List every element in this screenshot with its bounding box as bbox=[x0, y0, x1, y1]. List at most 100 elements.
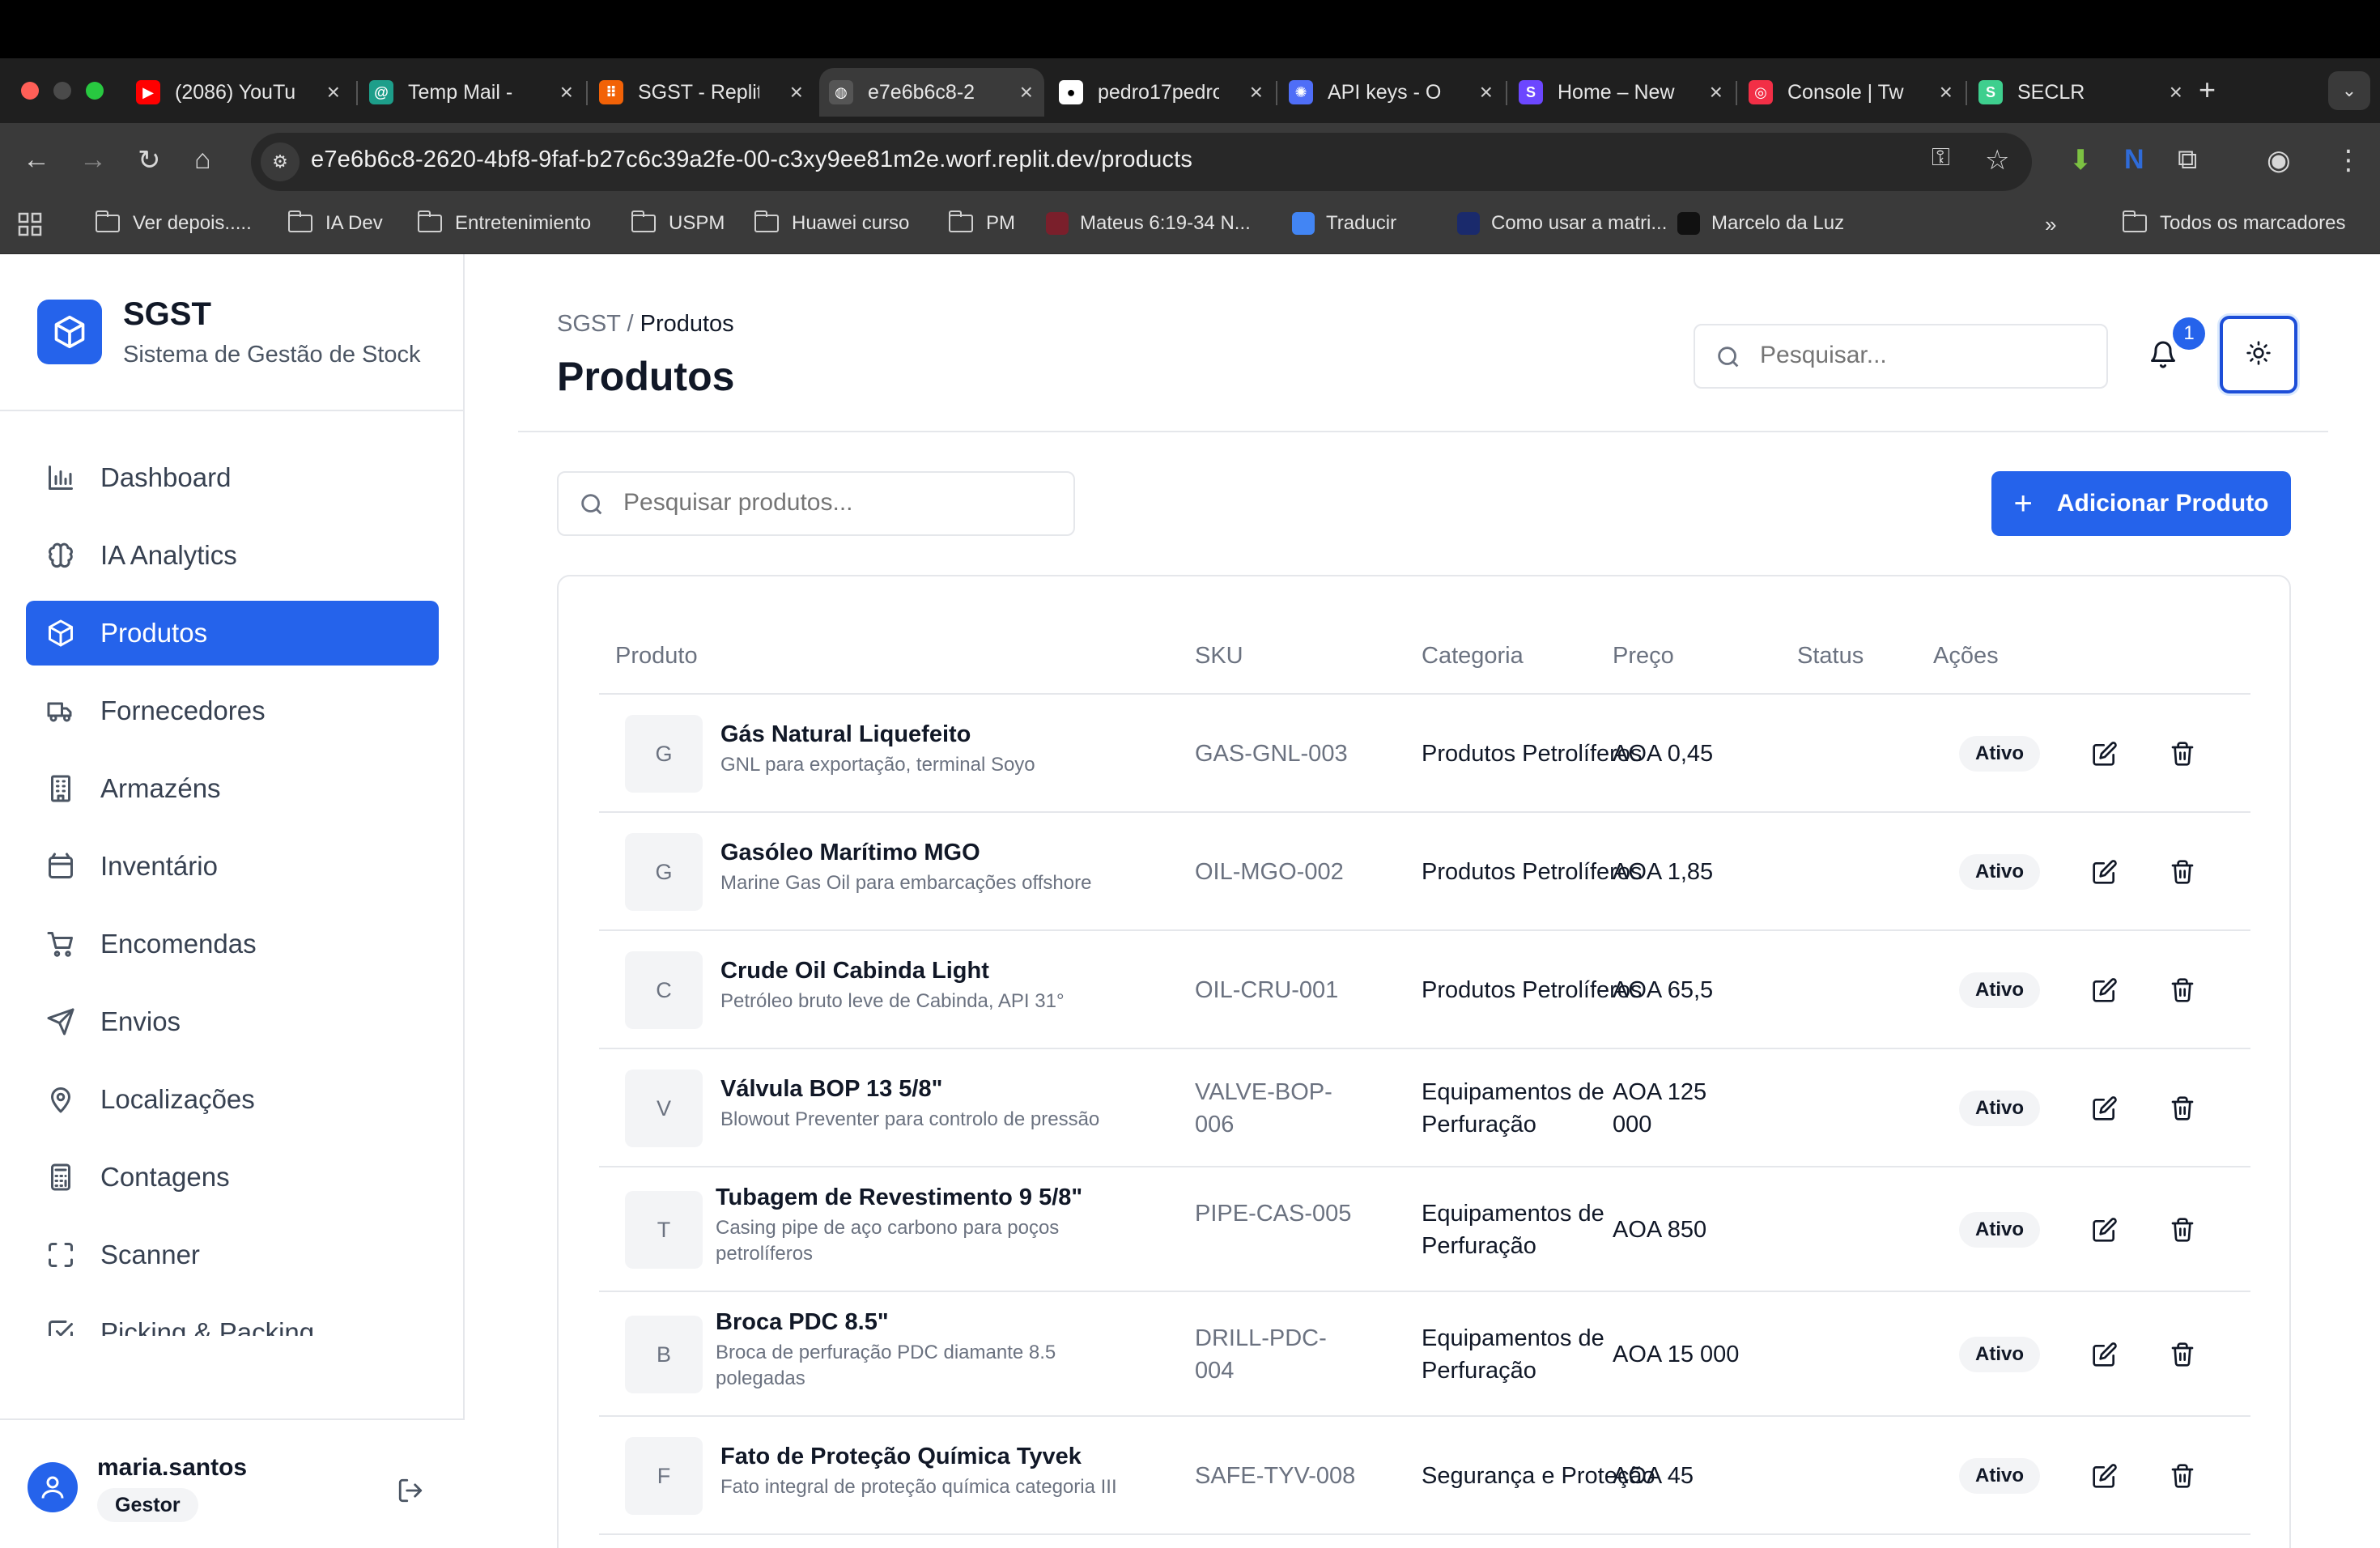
browser-tab[interactable]: ● pedro17pedro × bbox=[1049, 68, 1274, 117]
bookmark-item[interactable]: Entretenimiento bbox=[417, 211, 591, 235]
bookmark-item[interactable]: Traducir bbox=[1292, 212, 1396, 235]
table-row[interactable]: T Tubagem de Revestimento 9 5/8" Casing pi… bbox=[599, 1167, 2250, 1292]
trash-icon[interactable] bbox=[2170, 977, 2195, 1007]
apps-grid-icon[interactable] bbox=[18, 212, 42, 236]
global-search-input[interactable] bbox=[1760, 342, 2084, 369]
close-tab-icon[interactable]: × bbox=[1020, 79, 1033, 105]
bookmark-item[interactable]: IA Dev bbox=[287, 211, 383, 235]
zoom-window-button[interactable] bbox=[86, 82, 104, 100]
product-name[interactable]: Fato de Proteção Química Tyvek bbox=[720, 1444, 1082, 1470]
trash-icon[interactable] bbox=[2170, 1217, 2195, 1247]
home-icon[interactable]: ⌂ bbox=[194, 144, 211, 176]
forward-icon[interactable]: → bbox=[79, 144, 107, 176]
bookmark-item[interactable]: Huawei curso bbox=[754, 211, 909, 235]
password-key-icon[interactable]: ⚿ bbox=[1932, 144, 1950, 172]
edit-icon[interactable] bbox=[2092, 859, 2118, 889]
sidebar-item[interactable]: Contagens bbox=[26, 1145, 439, 1210]
youtube-icon: ▶ bbox=[136, 80, 160, 104]
product-name[interactable]: Crude Oil Cabinda Light bbox=[720, 958, 989, 985]
browser-tab[interactable]: ◎ Console | Tw × bbox=[1739, 68, 1964, 117]
browser-tab[interactable]: ◍ e7e6b6c8-2 × bbox=[819, 68, 1044, 117]
browser-tab[interactable]: ✺ API keys - O × bbox=[1279, 68, 1504, 117]
sidebar-item[interactable]: Localizações bbox=[26, 1067, 439, 1132]
browser-tab[interactable]: S SECLR × bbox=[1969, 68, 2194, 117]
bookmark-item[interactable]: Marcelo da Luz bbox=[1677, 212, 1844, 235]
column-header: Ações bbox=[1933, 643, 1999, 669]
all-bookmarks[interactable]: Todos os marcadores bbox=[2122, 211, 2345, 235]
product-name[interactable]: Gás Natural Liquefeito bbox=[720, 721, 971, 748]
extensions-puzzle-icon[interactable]: ⧉ bbox=[2178, 144, 2197, 176]
sidebar-item[interactable]: Fornecedores bbox=[26, 678, 439, 743]
bookmark-item[interactable]: USPM bbox=[631, 211, 725, 235]
bookmark-item[interactable]: Como usar a matri... bbox=[1457, 212, 1667, 235]
close-tab-icon[interactable]: × bbox=[1710, 79, 1723, 105]
edit-icon[interactable] bbox=[2092, 1463, 2118, 1493]
bookmark-item[interactable]: Mateus 6:19-34 N... bbox=[1046, 212, 1251, 235]
edit-icon[interactable] bbox=[2092, 977, 2118, 1007]
browser-tab[interactable]: @ Temp Mail - × bbox=[359, 68, 584, 117]
reload-icon[interactable]: ↻ bbox=[138, 144, 161, 176]
logout-icon[interactable] bbox=[397, 1477, 424, 1508]
avatar[interactable] bbox=[28, 1462, 78, 1512]
close-tab-icon[interactable]: × bbox=[790, 79, 803, 105]
sidebar-item[interactable]: Scanner bbox=[26, 1223, 439, 1287]
trash-icon[interactable] bbox=[2170, 1342, 2195, 1372]
table-row[interactable]: G Gasóleo Marítimo MGO Marine Gas Oil para… bbox=[599, 813, 2250, 931]
table-row[interactable]: F Fato de Proteção Química Tyvek Fato inte… bbox=[599, 1417, 2250, 1535]
site-info-icon[interactable]: ⚙ bbox=[261, 142, 300, 181]
sidebar-item[interactable]: Envios bbox=[26, 989, 439, 1054]
sidebar-item[interactable]: Encomendas bbox=[26, 912, 439, 976]
extension-n-icon[interactable]: N bbox=[2124, 144, 2144, 176]
sidebar-item[interactable]: Armazéns bbox=[26, 756, 439, 821]
bookmark-star-icon[interactable]: ☆ bbox=[1985, 144, 2009, 176]
browser-tab[interactable]: ▶ (2086) YouTube × bbox=[126, 68, 351, 117]
sidebar-item[interactable]: Produtos bbox=[26, 601, 439, 666]
tab-search-icon[interactable]: ⌄ bbox=[2328, 71, 2370, 110]
product-name[interactable]: Gasóleo Marítimo MGO bbox=[720, 840, 980, 866]
edit-icon[interactable] bbox=[2092, 1095, 2118, 1125]
table-row[interactable]: B Broca PDC 8.5" Broca de perfuração PDC d… bbox=[599, 1292, 2250, 1417]
edit-icon[interactable] bbox=[2092, 741, 2118, 771]
close-tab-icon[interactable]: × bbox=[560, 79, 573, 105]
back-icon[interactable]: ← bbox=[23, 144, 50, 176]
minimize-window-button[interactable] bbox=[53, 82, 71, 100]
close-tab-icon[interactable]: × bbox=[1250, 79, 1263, 105]
product-name[interactable]: Tubagem de Revestimento 9 5/8" bbox=[716, 1184, 1082, 1211]
close-window-button[interactable] bbox=[21, 82, 39, 100]
tab-title: Temp Mail - bbox=[408, 80, 513, 104]
sidebar-item[interactable]: IA Analytics bbox=[26, 523, 439, 588]
close-tab-icon[interactable]: × bbox=[2170, 79, 2182, 105]
sidebar-item[interactable]: Inventário bbox=[26, 834, 439, 899]
profile-avatar-icon[interactable]: ◉ bbox=[2267, 144, 2291, 176]
table-row[interactable]: V Válvula BOP 13 5/8" Blowout Preventer pa… bbox=[599, 1049, 2250, 1167]
sidebar-item[interactable]: Picking & Packing bbox=[26, 1300, 439, 1336]
browser-tab[interactable]: S Home – New × bbox=[1509, 68, 1734, 117]
trash-icon[interactable] bbox=[2170, 1463, 2195, 1493]
close-tab-icon[interactable]: × bbox=[1480, 79, 1493, 105]
more-bookmarks-icon[interactable]: » bbox=[2045, 212, 2056, 237]
add-product-button[interactable]: + Adicionar Produto bbox=[1991, 471, 2291, 536]
product-name[interactable]: Broca PDC 8.5" bbox=[716, 1309, 889, 1336]
trash-icon[interactable] bbox=[2170, 741, 2195, 771]
download-extension-icon[interactable]: ⬇ bbox=[2069, 144, 2093, 176]
trash-icon[interactable] bbox=[2170, 1095, 2195, 1125]
bookmark-item[interactable]: Ver depois..... bbox=[95, 211, 252, 235]
notifications-bell-icon[interactable] bbox=[2148, 340, 2178, 373]
table-row[interactable]: C Crude Oil Cabinda Light Petróleo bruto l… bbox=[599, 931, 2250, 1049]
bookmark-item[interactable]: PM bbox=[948, 211, 1015, 235]
browser-tab[interactable]: ⠿ SGST - Replit × bbox=[589, 68, 814, 117]
edit-icon[interactable] bbox=[2092, 1342, 2118, 1372]
browser-menu-icon[interactable]: ⋮ bbox=[2335, 144, 2362, 176]
cart-icon bbox=[45, 929, 76, 959]
breadcrumb-root[interactable]: SGST bbox=[557, 311, 620, 337]
sidebar-item[interactable]: Dashboard bbox=[26, 445, 439, 510]
edit-icon[interactable] bbox=[2092, 1217, 2118, 1247]
product-search-input[interactable] bbox=[623, 489, 1060, 517]
trash-icon[interactable] bbox=[2170, 859, 2195, 889]
theme-toggle-button[interactable] bbox=[2220, 316, 2297, 393]
product-name[interactable]: Válvula BOP 13 5/8" bbox=[720, 1076, 942, 1103]
close-tab-icon[interactable]: × bbox=[327, 79, 340, 105]
close-tab-icon[interactable]: × bbox=[1940, 79, 1953, 105]
table-row[interactable]: G Gás Natural Liquefeito GNL para exportaç… bbox=[599, 695, 2250, 813]
new-tab-icon[interactable]: + bbox=[2199, 73, 2216, 107]
